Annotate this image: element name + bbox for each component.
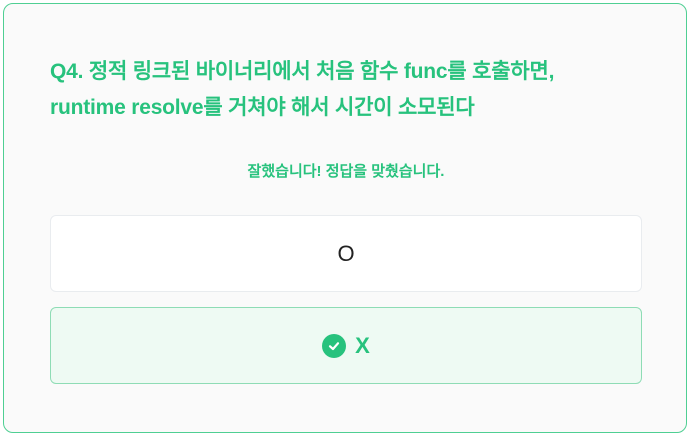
question-line-1: Q4. 정적 링크된 바이너리에서 처음 함수 func를 호출하면, xyxy=(50,60,555,83)
feedback-message: 잘했습니다! 정답을 맞췄습니다. xyxy=(247,163,445,180)
question-text: Q4. 정적 링크된 바이너리에서 처음 함수 func를 호출하면, runt… xyxy=(50,54,650,126)
option-label: X xyxy=(355,332,370,358)
option-o-button[interactable]: O xyxy=(50,215,642,292)
option-x-button[interactable]: X xyxy=(50,307,642,384)
option-label: O xyxy=(337,240,355,266)
check-circle-icon xyxy=(322,333,347,358)
quiz-card: Q4. 정적 링크된 바이너리에서 처음 함수 func를 호출하면, runt… xyxy=(3,3,687,433)
question-line-2: runtime resolve를 거쳐야 해서 시간이 소모된다 xyxy=(50,96,475,119)
